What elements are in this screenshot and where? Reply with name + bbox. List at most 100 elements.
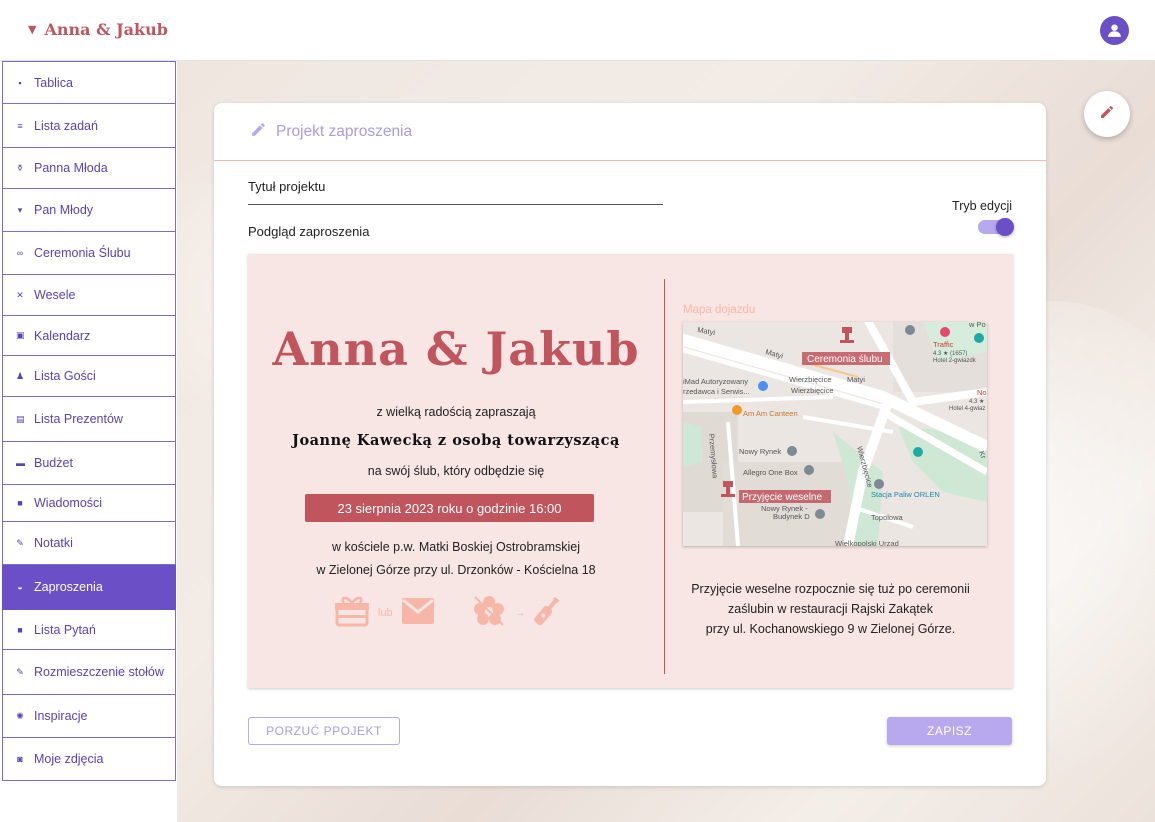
toggle-knob[interactable] bbox=[996, 218, 1014, 236]
reception-line-2: zaślubin w restauracji Rajski Zakątek bbox=[728, 602, 933, 616]
sidebar-item-label: Wiadomości bbox=[34, 496, 103, 510]
arrow-icon: → bbox=[514, 607, 526, 619]
invite-line-2: na swój ślub, który odbędzie się bbox=[367, 464, 545, 478]
gift-icon: ▤ bbox=[16, 413, 25, 424]
envelope-icon bbox=[401, 597, 435, 630]
wine-bottle-icon bbox=[533, 594, 560, 633]
sidebar-item-moje-zdjęcia[interactable]: ◙ Moje zdjęcia bbox=[2, 738, 176, 781]
sidebar-item-label: Rozmieszczenie stołów bbox=[34, 665, 164, 679]
people-icon: ♟ bbox=[16, 370, 25, 381]
sidebar-item-label: Tablica bbox=[34, 75, 73, 90]
sidebar-item-lista-zadań[interactable]: ≡ Lista zadań bbox=[2, 104, 176, 148]
sidebar-item-label: Ceremonia Ślubu bbox=[34, 246, 131, 260]
svg-text:Wierzbięcice: Wierzbięcice bbox=[791, 386, 834, 395]
sidebar-item-label: Lista Pytań bbox=[34, 622, 96, 637]
invitation-preview: Anna & Jakub z wielką radością zapraszaj… bbox=[248, 254, 1013, 688]
guest-name: Joannę Kawecką z osobą towarzyszącą bbox=[292, 432, 620, 449]
save-button[interactable]: ZAPISZ bbox=[887, 717, 1012, 745]
lightbulb-icon: ✺ bbox=[16, 710, 24, 721]
sidebar-item-label: Lista zadań bbox=[34, 118, 98, 133]
svg-text:Am Am Canteen: Am Am Canteen bbox=[743, 409, 798, 418]
invitation-icon: ◒ bbox=[17, 582, 23, 592]
ceremony-place-2: w Zielonej Górze przy ul. Drzonków - Koś… bbox=[316, 563, 596, 577]
directions-map[interactable]: Matyi Matyi Wierzbięcice Matyi Wierzbięc… bbox=[683, 322, 987, 546]
account-circle-icon[interactable] bbox=[1100, 16, 1129, 45]
sidebar-item-label: Moje zdjęcia bbox=[34, 752, 104, 766]
svg-text:Budynek D: Budynek D bbox=[773, 512, 810, 521]
dress-icon: ⚱ bbox=[16, 162, 24, 173]
sidebar-item-label: Lista Prezentów bbox=[34, 412, 123, 426]
toast-icon: ✕ bbox=[16, 289, 24, 300]
svg-text:w Po: w Po bbox=[968, 322, 986, 329]
sidebar-item-budżet[interactable]: ▬ Budżet bbox=[2, 442, 176, 485]
brand-logo[interactable]: ▼ Anna & Jakub bbox=[28, 20, 168, 39]
sidebar-item-panna-młoda[interactable]: ⚱ Panna Młoda bbox=[2, 148, 176, 189]
svg-text:Matyi: Matyi bbox=[847, 375, 865, 384]
sidebar-item-lista-prezentów[interactable]: ▤ Lista Prezentów bbox=[2, 397, 176, 442]
gift-icon bbox=[334, 595, 370, 632]
sidebar-item-ceremonia-ślubu[interactable]: ∞ Ceremonia Ślubu bbox=[2, 232, 176, 275]
camera-icon: ◙ bbox=[17, 754, 23, 764]
pen-icon: ✎ bbox=[16, 537, 24, 548]
reception-line-1: Przyjęcie weselne rozpocznie się tuż po … bbox=[691, 582, 970, 596]
invitation-project-card: Projekt zaproszenia Tytuł projektu Podgl… bbox=[214, 103, 1046, 786]
svg-text:Hotel 4-gwiaz: Hotel 4-gwiaz bbox=[949, 406, 985, 412]
preview-label: Podgląd zaproszenia bbox=[248, 224, 370, 239]
location-pin-icon: ▼ bbox=[28, 23, 37, 36]
sidebar-item-label: Panna Młoda bbox=[34, 161, 108, 175]
pencil-icon bbox=[1099, 104, 1115, 125]
sidebar-item-lista-pytań[interactable]: ■ Lista Pytań bbox=[2, 610, 176, 650]
sidebar-item-inspiracje[interactable]: ✺ Inspiracje bbox=[2, 695, 176, 738]
edit-fab-button[interactable] bbox=[1084, 91, 1130, 137]
sidebar-item-tablica[interactable]: ▪ Tablica bbox=[2, 61, 176, 104]
reception-line-3: przy ul. Kochanowskiego 9 w Zielonej Gór… bbox=[705, 622, 956, 636]
ceremony-map-label: Ceremonia ślubu bbox=[807, 354, 883, 365]
no-flowers-icon bbox=[471, 594, 507, 633]
edit-mode-toggle[interactable] bbox=[978, 218, 1014, 236]
pencil-icon bbox=[250, 121, 267, 143]
dashboard-icon: ▪ bbox=[18, 77, 22, 88]
brand-name: Anna & Jakub bbox=[44, 20, 168, 39]
svg-text:Allegro One Box: Allegro One Box bbox=[743, 468, 798, 477]
sidebar-item-kalendarz[interactable]: ▣ Kalendarz bbox=[2, 316, 176, 356]
couple-names: Anna & Jakub bbox=[272, 322, 640, 376]
sidebar-item-zaproszenia[interactable]: ◒ Zaproszenia bbox=[2, 565, 176, 610]
project-title-field[interactable]: Tytuł projektu bbox=[248, 179, 663, 205]
sidebar-item-rozmieszczenie-stołów[interactable]: ✎ Rozmieszczenie stołów bbox=[2, 650, 176, 695]
or-label: lub bbox=[378, 607, 393, 619]
message-icon: ■ bbox=[17, 498, 23, 508]
table-icon: ✎ bbox=[16, 666, 24, 677]
sidebar-item-lista-gości[interactable]: ♟ Lista Gości bbox=[2, 356, 176, 397]
svg-text:No: No bbox=[977, 388, 987, 397]
invite-line-1: z wielką radością zapraszają bbox=[376, 405, 536, 419]
wallet-icon: ▬ bbox=[16, 458, 25, 468]
sidebar-item-pan-młody[interactable]: ▾ Pan Młody bbox=[2, 189, 176, 232]
question-icon: ■ bbox=[17, 624, 23, 635]
sidebar-item-wesele[interactable]: ✕ Wesele bbox=[2, 275, 176, 316]
discard-project-button[interactable]: PORZUĆ PPOJEKT bbox=[248, 717, 400, 745]
card-header: Projekt zaproszenia bbox=[214, 103, 1046, 161]
svg-text:Traffic: Traffic bbox=[933, 340, 954, 349]
svg-text:Hotel 2-gwiazdk: Hotel 2-gwiazdk bbox=[933, 358, 977, 364]
sidebar-item-label: Zaproszenia bbox=[34, 580, 103, 594]
sidebar-item-notatki[interactable]: ✎ Notatki bbox=[2, 522, 176, 565]
sidebar-item-wiadomości[interactable]: ■ Wiadomości bbox=[2, 485, 176, 522]
svg-text:4.3 ★ (1657): 4.3 ★ (1657) bbox=[933, 350, 967, 357]
svg-text:Nowy Rynek: Nowy Rynek bbox=[739, 447, 781, 456]
rings-icon: ∞ bbox=[16, 248, 24, 258]
svg-text:iMad Autoryzowany: iMad Autoryzowany bbox=[683, 377, 748, 386]
sidebar-nav: ▪ Tablica ≡ Lista zadań ⚱ Panna Młoda ▾ Pan Mło… bbox=[0, 61, 177, 822]
reception-info: Przyjęcie weselne rozpocznie się tuż po … bbox=[668, 579, 993, 639]
svg-text:4.3 ★: 4.3 ★ bbox=[969, 398, 984, 405]
sidebar-item-label: Inspiracje bbox=[34, 709, 88, 723]
vertical-divider bbox=[664, 279, 665, 674]
calendar-icon: ▣ bbox=[16, 330, 25, 340]
svg-text:rzedawca i Serwis...: rzedawca i Serwis... bbox=[683, 387, 750, 396]
sidebar-item-label: Budżet bbox=[34, 456, 73, 470]
card-title: Projekt zaproszenia bbox=[276, 122, 413, 140]
sidebar-item-label: Notatki bbox=[34, 536, 73, 550]
ceremony-place-1: w kościele p.w. Matki Boskiej Ostrobrams… bbox=[332, 540, 580, 554]
sidebar-item-label: Pan Młody bbox=[34, 203, 94, 217]
reception-map-label: Przyjęcie weselne bbox=[742, 492, 822, 503]
edit-mode-label: Tryb edycji bbox=[952, 199, 1012, 213]
